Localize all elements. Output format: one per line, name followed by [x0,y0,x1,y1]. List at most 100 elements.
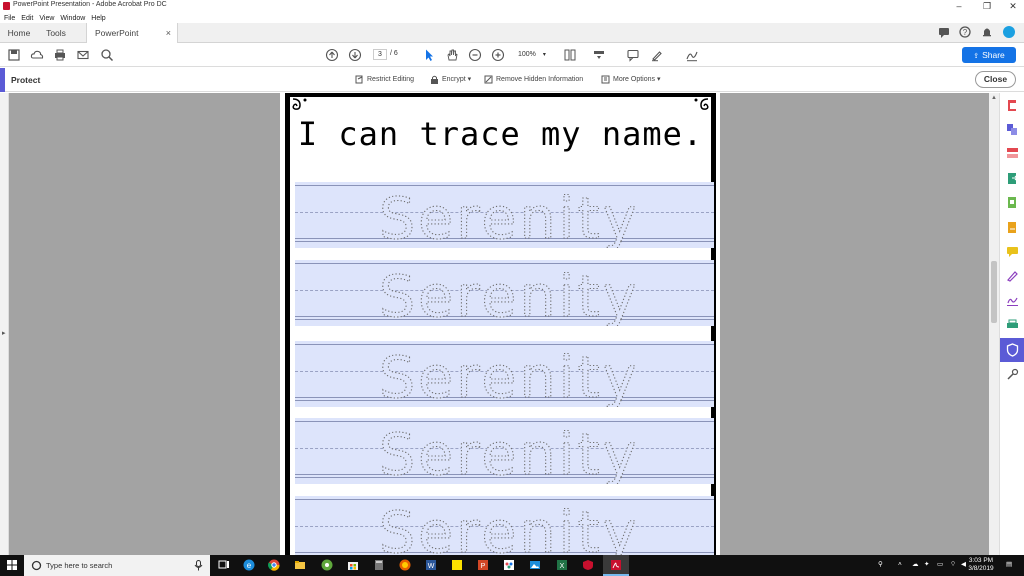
more-tools-icon[interactable] [1006,368,1019,381]
fill-and-sign-pen-icon[interactable] [1006,269,1019,282]
trace-row: Serenity [295,496,714,562]
remove-hidden-icon [484,75,493,84]
paint-icon[interactable] [503,559,515,571]
tab-tools[interactable]: Tools [38,23,74,43]
page-number-input[interactable]: 3 [373,49,387,60]
remove-hidden-info-button[interactable]: Remove Hidden Information [484,74,583,86]
page-layout-icon[interactable] [563,48,577,62]
close-protect-button[interactable]: Close [975,71,1016,88]
notification-bell-icon[interactable] [980,25,994,39]
green-app-icon[interactable] [321,559,333,571]
select-cursor-icon[interactable] [422,48,436,62]
powerpoint-icon[interactable]: P [477,559,489,571]
tab-bar: Home Tools PowerPoint Present... × [0,23,1024,58]
fill-sign-icon[interactable] [1006,221,1019,234]
corner-swirl-left-icon [292,98,307,110]
encrypt-button[interactable]: Encrypt ▾ [430,74,471,86]
scroll-up-arrow-icon[interactable]: ▲ [991,95,997,101]
share-upload-icon: ⇪ [973,53,980,60]
hand-tool-icon[interactable] [445,48,459,62]
vertical-scrollbar[interactable]: ▲ [989,93,999,555]
scroll-mode-icon[interactable] [592,48,606,62]
trace-row: Serenity [295,418,714,484]
help-icon[interactable]: ? [958,25,972,39]
restrict-editing-button[interactable]: Restrict Editing [355,74,414,86]
previous-page-icon[interactable] [325,48,339,62]
sticky-notes-icon[interactable] [451,559,463,571]
expand-pane-arrow-icon[interactable]: ▸ [2,329,6,337]
export-pdf-icon[interactable] [1006,172,1019,185]
edge-browser-icon[interactable]: e [243,559,255,571]
close-tab-icon[interactable]: × [166,23,171,43]
more-options-button[interactable]: More Options ▾ [601,74,660,86]
dropbox-icon[interactable]: ✦ [924,561,929,569]
highlight-pen-icon[interactable] [650,48,664,62]
task-view-icon[interactable] [218,559,230,571]
print-production-icon[interactable] [1006,318,1019,331]
restrict-editing-icon [355,75,363,84]
cloud-upload-icon[interactable] [30,48,44,62]
word-icon[interactable]: W [425,559,437,571]
tab-document[interactable]: PowerPoint Present... × [86,23,178,58]
battery-icon[interactable]: ▭ [937,561,943,569]
chrome-browser-icon[interactable] [268,559,280,571]
lock-icon [431,75,438,84]
microphone-icon[interactable] [194,560,203,571]
wifi-icon[interactable]: ⌔ [950,561,956,569]
close-window-button[interactable]: ✕ [998,0,1024,12]
protect-label: Protect [11,75,41,85]
trace-word-svg: Serenity [378,421,637,484]
windows-start-icon[interactable] [0,555,24,576]
file-explorer-icon[interactable] [294,559,306,571]
photos-icon[interactable] [529,559,541,571]
send-for-signature-icon[interactable] [1006,294,1019,307]
onedrive-cloud-icon[interactable]: ☁ [912,561,919,569]
protect-tool-active[interactable] [1000,338,1024,362]
minimize-button[interactable]: – [944,0,974,12]
sign-icon[interactable] [685,48,699,62]
print-icon[interactable] [53,48,67,62]
save-icon[interactable] [7,48,21,62]
firefox-icon[interactable] [399,559,411,571]
scrollbar-thumb[interactable] [991,261,997,323]
action-center-icon[interactable]: ▤ [1006,561,1012,569]
title-bar: PowerPoint Presentation - Adobe Acrobat … [0,0,1024,12]
excel-icon[interactable]: X [556,559,568,571]
svg-text:P: P [481,563,486,570]
zoom-in-icon[interactable] [491,48,505,62]
worksheet-heading: I can trace my name. [297,115,704,153]
comment-icon[interactable] [937,25,951,39]
share-button[interactable]: ⇪ Share [962,47,1016,63]
mcafee-icon[interactable] [582,559,594,571]
zoom-out-icon[interactable] [468,48,482,62]
acrobat-taskbar-button-active[interactable] [603,555,629,576]
people-icon[interactable]: ⚲ [878,561,883,569]
clock[interactable]: 3:03 PM 3/8/2019 [964,557,998,573]
taskbar-search-box[interactable]: Type here to search [24,555,210,576]
tab-home[interactable]: Home [0,23,38,43]
trace-word-svg: Serenity [378,344,637,407]
comment-tool-icon[interactable] [1006,245,1019,258]
add-comment-icon[interactable] [626,48,640,62]
name-tracing-worksheet: I can trace my name. Serenity Serenity S… [285,93,716,562]
search-icon[interactable] [100,48,114,62]
organize-pages-icon[interactable] [1006,147,1019,160]
microsoft-store-icon[interactable] [347,559,359,571]
calculator-icon[interactable] [373,559,385,571]
email-icon[interactable] [76,48,90,62]
right-tools-pane [999,93,1024,555]
trace-word: Serenity [379,186,640,248]
combine-files-icon[interactable] [1006,123,1019,136]
left-nav-pane[interactable]: ▸ [0,93,9,555]
trace-word: Serenity [379,264,640,326]
next-page-icon[interactable] [348,48,362,62]
zoom-level-dropdown[interactable]: 100% ▾ [512,49,550,61]
menu-bar: File Edit View Window Help [0,12,1024,23]
create-pdf-icon[interactable] [1006,99,1019,112]
show-hidden-icons-chevron-icon[interactable]: ˄ [898,561,902,569]
edit-pdf-icon[interactable] [1006,196,1019,209]
acrobat-taskbar-icon [611,560,621,570]
window-title: PowerPoint Presentation - Adobe Acrobat … [13,1,167,8]
account-avatar-icon[interactable] [1002,25,1016,39]
trace-word-svg: Serenity [378,263,640,326]
